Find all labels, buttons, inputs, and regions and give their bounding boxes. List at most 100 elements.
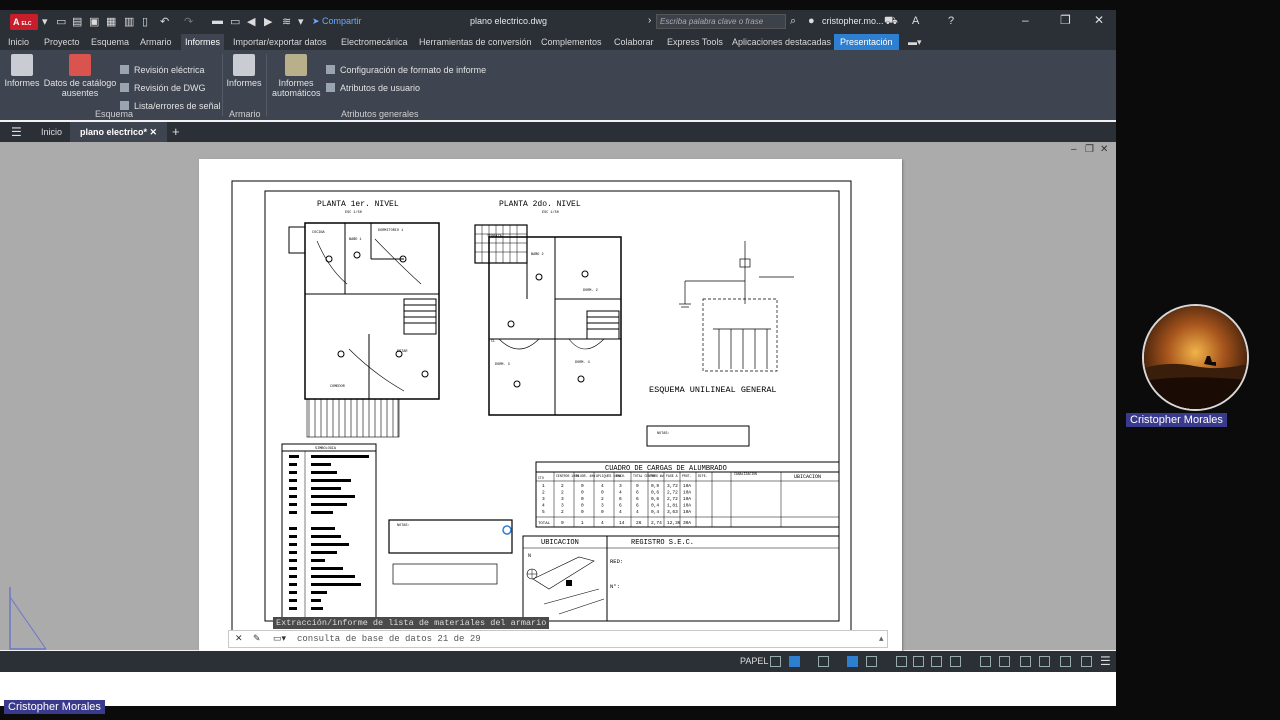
document-title: plano electrico.dwg <box>470 16 548 26</box>
tab-express-tools[interactable]: Express Tools <box>667 37 723 47</box>
catalog-missing-icon <box>69 54 91 76</box>
print-icon[interactable]: ▬ <box>212 15 223 27</box>
ortho-icon[interactable] <box>818 656 829 667</box>
tab-presentacion[interactable]: Presentación <box>834 34 899 50</box>
command-prompt[interactable]: consulta de base de datos 21 de 29 <box>297 634 481 644</box>
new-tab-plus-icon[interactable]: + <box>172 122 180 142</box>
autodesk-a360-icon[interactable]: A <box>912 15 919 27</box>
load-table-cell: 2,72 <box>667 496 678 502</box>
tab-importar-exportar[interactable]: Importar/exportar datos <box>233 37 327 47</box>
hardware-acceleration-icon[interactable] <box>1039 656 1050 667</box>
tab-armario[interactable]: Armario <box>140 37 172 47</box>
doc-tab-inicio[interactable]: Inicio <box>41 122 62 142</box>
redo-icon[interactable]: ↷ <box>184 15 193 28</box>
participant-video-avatar[interactable] <box>1142 304 1249 411</box>
forward-arrow-icon[interactable]: ▶ <box>264 15 272 28</box>
tab-proyecto[interactable]: Proyecto <box>44 37 80 47</box>
tab-aplicaciones-destacadas[interactable]: Aplicaciones destacadas <box>732 37 831 47</box>
publish-icon[interactable]: ▥ <box>124 15 134 28</box>
load-table-total-cell: 26 <box>636 520 642 526</box>
selection-cycling-icon[interactable] <box>896 656 907 667</box>
maximize-icon[interactable]: ❐ <box>1060 13 1071 27</box>
tab-colaborar[interactable]: Colaborar <box>614 37 654 47</box>
revision-electrica-button[interactable]: Revisión eléctrica <box>120 65 205 75</box>
model-space-toggle[interactable]: PAPEL <box>740 656 768 666</box>
load-table-cell: 3,72 <box>667 483 678 489</box>
search-icon[interactable]: ⌕ <box>790 15 796 28</box>
load-table-cell: 4 <box>636 509 639 515</box>
tab-esquema[interactable]: Esquema <box>91 37 129 47</box>
folder-icon[interactable]: ▭ <box>230 15 240 28</box>
command-expand-icon[interactable]: ▴ <box>879 633 884 644</box>
share-button[interactable]: ➤ Compartir <box>312 16 362 27</box>
annotation-icon[interactable] <box>913 656 924 667</box>
viewport-close-icon[interactable]: ✕ <box>1100 144 1108 155</box>
tab-complementos[interactable]: Complementos <box>541 37 602 47</box>
app-logo-button[interactable]: A ELC <box>10 14 38 30</box>
doc-tab-plano-electrico[interactable]: plano electrico* ✕ <box>70 122 168 142</box>
cart-icon[interactable]: ⛟ <box>884 15 898 29</box>
save-icon[interactable]: ▣ <box>89 15 99 28</box>
viewport-minimize-icon[interactable]: – <box>1071 144 1077 155</box>
plot-icon[interactable]: ▯ <box>142 15 148 28</box>
single-line-diagram <box>679 241 794 372</box>
registro-sec-title: REGISTRO S.E.C. <box>631 539 694 547</box>
back-arrow-icon[interactable]: ◀ <box>247 15 255 28</box>
planta1-title: PLANTA 1er. NIVEL <box>317 200 399 209</box>
informes-button[interactable]: Informes <box>4 54 40 88</box>
layers-icon[interactable]: ≋ <box>282 15 291 28</box>
object-snap-icon[interactable] <box>866 656 877 667</box>
tab-informes[interactable]: Informes <box>181 34 225 50</box>
atributos-usuario-button[interactable]: Atributos de usuario <box>326 83 420 93</box>
tab-electromecanica[interactable]: Electromecánica <box>341 37 408 47</box>
close-icon[interactable]: ✕ <box>1094 13 1104 27</box>
search-chevron-icon[interactable]: › <box>648 15 651 26</box>
armario-informes-button[interactable]: Informes <box>226 54 262 88</box>
command-close-icon[interactable]: ✕ <box>235 633 243 644</box>
clean-screen-icon[interactable] <box>1060 656 1071 667</box>
meeting-bottom-band <box>0 672 1116 706</box>
share-icon[interactable]: ▾ <box>298 15 304 28</box>
fullscreen-icon[interactable] <box>1081 656 1092 667</box>
annotation-scale-icon[interactable] <box>931 656 942 667</box>
close-tab-icon[interactable]: ✕ <box>150 127 158 137</box>
search-input[interactable]: Escriba palabra clave o frase <box>656 14 786 29</box>
new-file-icon[interactable]: ▭ <box>56 15 66 28</box>
user-name[interactable]: cristopher.mo... <box>822 16 884 26</box>
isolate-icon[interactable] <box>1020 656 1031 667</box>
config-formato-button[interactable]: Configuración de formato de informe <box>326 65 486 75</box>
lista-errores-button[interactable]: Lista/errores de señal <box>120 101 221 111</box>
load-table-cell: 0,9 <box>651 483 659 489</box>
grid-icon[interactable] <box>770 656 781 667</box>
customization-menu-icon[interactable]: ☰ <box>1100 654 1111 668</box>
panel-report-icon <box>233 54 255 76</box>
load-table-cell: 10A <box>683 496 691 502</box>
command-line[interactable]: ✕ ✎ ▭▾ consulta de base de datos 21 de 2… <box>228 630 888 648</box>
load-table-cell: 3 <box>561 496 564 502</box>
document-tabs: ☰ Inicio plano electrico* ✕ + <box>0 122 1116 142</box>
command-settings-icon[interactable]: ✎ <box>253 633 261 644</box>
user-icon[interactable]: ● <box>808 15 815 27</box>
menu-hamburger-icon[interactable]: ☰ <box>11 122 22 142</box>
dropdown-arrow-icon[interactable]: ▾ <box>42 15 48 28</box>
datos-catalogo-button[interactable]: Datos de catálogo ausentes <box>42 54 118 98</box>
undo-icon[interactable]: ↶ <box>160 15 169 28</box>
informes-automaticos-button[interactable]: Informes automáticos <box>272 54 321 98</box>
viewport-restore-icon[interactable]: ❐ <box>1085 144 1094 155</box>
revision-dwg-button[interactable]: Revisión de DWG <box>120 83 206 93</box>
save-as-icon[interactable]: ▦ <box>106 15 116 28</box>
open-folder-icon[interactable]: ▤ <box>72 15 82 28</box>
plus-icon[interactable] <box>980 656 991 667</box>
command-recent-icon[interactable]: ▭▾ <box>273 633 286 644</box>
minimize-icon[interactable]: – <box>1022 13 1029 27</box>
snap-mode-icon[interactable] <box>789 656 800 667</box>
units-icon[interactable] <box>999 656 1010 667</box>
tab-overflow-icon[interactable]: ▬▾ <box>908 37 922 48</box>
tab-herramientas-conversion[interactable]: Herramientas de conversión <box>419 37 532 47</box>
tab-inicio[interactable]: Inicio <box>8 37 29 47</box>
drawing-area[interactable]: – ❐ ✕ PLANTA 1er. NIVEL ESC 1/50 PLANTA … <box>0 142 1116 655</box>
sunset-rider-image <box>1144 306 1247 409</box>
workspace-gear-icon[interactable] <box>950 656 961 667</box>
help-icon[interactable]: ? <box>948 15 954 27</box>
polar-tracking-icon[interactable] <box>847 656 858 667</box>
